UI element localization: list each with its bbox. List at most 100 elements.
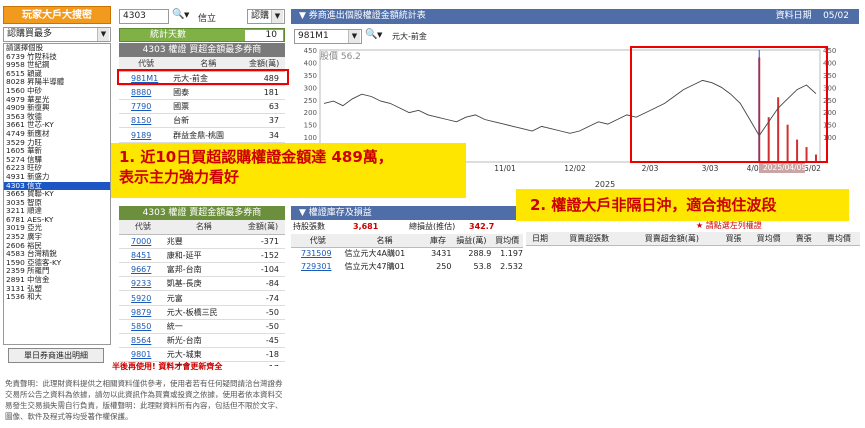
- chevron-down-icon: ▼: [271, 10, 283, 23]
- y-tick-label: 450: [304, 47, 317, 55]
- broker-code-link[interactable]: 5920: [119, 290, 167, 306]
- x-tick-label: 5/02: [804, 164, 821, 173]
- chevron-down-icon[interactable]: ▼: [184, 11, 189, 19]
- amount-value: 34: [243, 127, 285, 143]
- play-icon: ▼: [299, 208, 309, 218]
- mode-select-value: 認購: [251, 11, 270, 21]
- stock-list-item[interactable]: 1536 和大: [4, 293, 110, 302]
- y-tick-label: 300: [304, 84, 317, 92]
- broker-code-link[interactable]: 7000: [119, 234, 167, 249]
- disclaimer: 免責聲明：此理財資料提供之相關資料僅供參考，使用者若有任何疑問請洽台灣證券交易所…: [5, 379, 283, 421]
- col-name: 名稱: [166, 220, 241, 235]
- broker-select[interactable]: 981M1 ▼: [294, 29, 362, 44]
- trades-col: 賣均價: [817, 232, 860, 246]
- broker-name: 永豐金: [166, 361, 241, 366]
- amount-value: -104: [240, 262, 285, 278]
- table-row: 8564 新光-台南 -45: [119, 333, 285, 349]
- highlight-box: [117, 69, 289, 85]
- callout-one-line1: 1. 近10日買超認購權證金額達 489萬，: [119, 148, 393, 166]
- broker-code-link[interactable]: 5850: [119, 319, 167, 335]
- broker-name: 台新: [173, 113, 244, 129]
- y-tick-label: 350: [304, 72, 317, 80]
- sort-select-value: 認購買最多: [7, 29, 53, 39]
- sell-table: 代號 名稱 金額(萬) 7000 兆豐 -371 8451 康和-延平 -152 9667 富邦-…: [119, 220, 285, 366]
- stock-list[interactable]: 請選擇個股 6739 竹陞科技 9958 世紀鋼 6515 穎崴 8028 昇陽半導體…: [3, 43, 111, 345]
- avg-price: 2.532: [500, 262, 523, 271]
- amount-value: -18: [240, 347, 285, 363]
- broker-code-link[interactable]: 9879: [119, 305, 167, 320]
- highlight-box: [630, 46, 828, 163]
- callout-two: 2. 權證大戶非隔日沖，適合抱住波段: [516, 189, 849, 221]
- y-tick-label: 400: [304, 59, 317, 67]
- broker-code-link[interactable]: 8564: [119, 333, 167, 349]
- date-value: 05/02: [823, 11, 849, 21]
- warrant-name: 信立元大4A購01: [344, 249, 406, 259]
- table-row: 7790 國票 63: [119, 99, 285, 115]
- x-tick-label: 2/03: [642, 164, 659, 173]
- broker-detail-button[interactable]: 單日券商進出明細: [8, 348, 104, 363]
- broker-name: 統一: [166, 319, 241, 335]
- col-pnl: 損益(萬): [451, 234, 492, 248]
- inventory-table: 代號 名稱 庫存 損益(萬) 買均價 731509 信立元大4A購01 3431 28…: [291, 234, 523, 273]
- amount-value: -50: [240, 305, 285, 320]
- warrant-code-link[interactable]: 731509: [291, 247, 344, 260]
- pnl-value: 288.9: [468, 249, 492, 259]
- y-tick-label: 250: [304, 97, 317, 105]
- avg-price: 1.197: [500, 249, 523, 259]
- amount-value: 181: [243, 85, 285, 101]
- sell-panel: 4303 權證 賣超金額最多券商 代號 名稱 金額(萬) 7000 兆豐 -371 845…: [119, 206, 285, 366]
- broker-code-link[interactable]: 9A00: [119, 361, 167, 366]
- table-row: 7000 兆豐 -371: [119, 234, 285, 249]
- table-row: 731509 信立元大4A購01 3431 288.9 1.197: [291, 247, 523, 260]
- pnl-value: 53.8: [473, 262, 492, 271]
- broker-name: 元大-城東: [166, 347, 241, 363]
- amount-value: 37: [243, 113, 285, 129]
- y-tick-label: 150: [304, 122, 317, 130]
- trades-table: 日期 買賣超張數 買賣超金額(萬) 買張 買均價 賣張 賣均價: [526, 232, 860, 246]
- chevron-down-icon[interactable]: ▼: [377, 31, 382, 39]
- stock-qty: 3431: [431, 249, 452, 259]
- sort-select[interactable]: 認購買最多 ▼: [3, 27, 111, 42]
- trades-col: 買均價: [747, 232, 790, 246]
- zoom-search-icon[interactable]: 🔍: [365, 29, 377, 40]
- search-button[interactable]: 玩家大戶大搜密: [3, 6, 111, 24]
- amount-value: -50: [240, 319, 285, 335]
- col-code: 代號: [119, 220, 167, 235]
- broker-code-link[interactable]: 9801: [119, 347, 167, 363]
- pnl-label: 總損益(推估): [409, 222, 456, 231]
- stock-input[interactable]: 4303: [119, 9, 169, 24]
- broker-code-link[interactable]: 9189: [119, 127, 174, 143]
- pnl-value: 342.7: [469, 222, 495, 231]
- trades-panel: ★ 請點選左列權證 日期 買賣超張數 買賣超金額(萬) 買張 買均價 賣張 賣均價: [526, 220, 860, 246]
- broker-name: 元大-前金: [392, 32, 427, 41]
- broker-name: 國票: [173, 99, 244, 115]
- amount-value: -84: [240, 276, 285, 292]
- broker-name: 元大-板橋三民: [166, 305, 241, 320]
- broker-code-link[interactable]: 7790: [119, 99, 174, 115]
- stat-days-value[interactable]: 10: [245, 30, 283, 41]
- broker-code-link[interactable]: 9233: [119, 276, 167, 292]
- broker-name: 國泰: [173, 85, 244, 101]
- table-row: 9801 元大-城東 -18: [119, 347, 285, 363]
- amount-value: -371: [240, 234, 285, 249]
- warrant-code-link[interactable]: 729301: [291, 260, 344, 273]
- col-name: 名稱: [344, 234, 425, 248]
- x-tick-label: 12/02: [564, 164, 586, 173]
- broker-name: 兆豐: [166, 234, 241, 249]
- table-row: 8150 台新 37: [119, 113, 285, 129]
- table-row: 9189 群益金鼎-桃園 34: [119, 127, 285, 143]
- price-label: 股價 56.2: [320, 51, 361, 62]
- broker-code-link[interactable]: 8880: [119, 85, 174, 101]
- broker-code-link[interactable]: 8150: [119, 113, 174, 129]
- broker-name: 富邦-台南: [166, 262, 241, 278]
- broker-code-link[interactable]: 8451: [119, 248, 167, 264]
- stock-input-value: 4303: [123, 11, 146, 21]
- mode-select[interactable]: 認購 ▼: [247, 9, 285, 24]
- table-row: 9A00永豐金-17: [119, 361, 285, 366]
- star-icon: ★: [696, 221, 706, 230]
- broker-code-link[interactable]: 9667: [119, 262, 167, 278]
- zoom-search-icon[interactable]: 🔍: [172, 9, 184, 20]
- data-date: 資料日期 05/02: [776, 9, 849, 24]
- broker-name: 元富: [166, 290, 241, 306]
- table-row: 8451 康和-延平 -152: [119, 248, 285, 264]
